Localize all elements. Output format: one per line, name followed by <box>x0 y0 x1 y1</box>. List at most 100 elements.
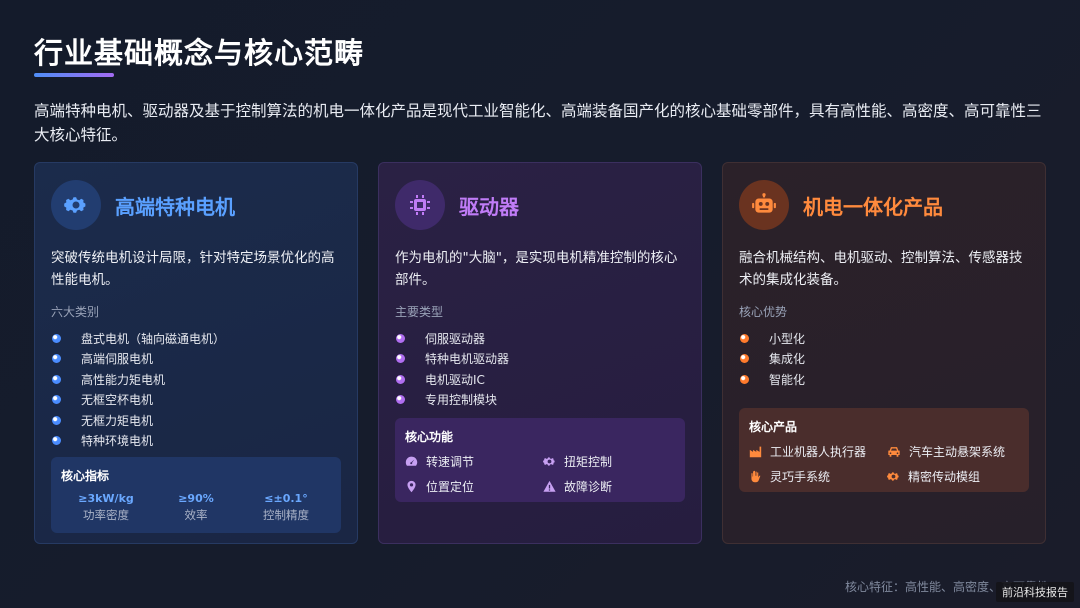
metric-value: ≥90% <box>178 492 214 505</box>
bullet-icon <box>396 354 405 364</box>
cog-icon <box>543 457 555 466</box>
card-title: 驱动器 <box>459 194 519 219</box>
list-item: 无框力矩电机 <box>51 410 341 431</box>
bullet-icon <box>740 333 749 343</box>
list-item: 电机驱动IC <box>395 369 685 390</box>
list-item-label: 特种电机驱动器 <box>425 352 510 367</box>
list-item-label: 高性能力矩电机 <box>81 372 166 387</box>
list-item: 智能化 <box>739 369 1029 390</box>
bullet-icon <box>52 333 61 343</box>
feature-label: 精密传动模组 <box>908 469 981 484</box>
list-item-label: 伺服驱动器 <box>425 331 486 346</box>
bullet-icon <box>52 415 61 425</box>
robot-icon <box>739 180 789 230</box>
feature-diagnosis: 故障诊断 <box>543 478 683 495</box>
card-title: 高端特种电机 <box>115 194 235 219</box>
bullet-icon <box>396 374 405 384</box>
feature-torque: 扭矩控制 <box>543 453 683 470</box>
feature-label: 故障诊断 <box>564 480 613 494</box>
factory-icon <box>749 446 762 457</box>
metric-label: 功率密度 <box>83 508 129 522</box>
feature-label: 扭矩控制 <box>564 455 613 469</box>
bullet-icon <box>740 374 749 384</box>
section-label: 六大类别 <box>51 305 100 319</box>
card-title: 机电一体化产品 <box>803 194 943 219</box>
list-item: 专用控制模块 <box>395 390 685 411</box>
list-item: 高性能力矩电机 <box>51 369 341 390</box>
feature-position: 位置定位 <box>405 478 543 495</box>
list-item: 特种电机驱动器 <box>395 349 685 370</box>
car-icon <box>888 446 900 457</box>
card-header: 高端特种电机 <box>51 179 341 231</box>
product-robot-actuator: 工业机器人执行器 <box>749 443 887 460</box>
watermark: 前沿科技报告 <box>996 582 1074 602</box>
bullet-icon <box>396 395 405 405</box>
metric-efficiency: ≥90% 效率 <box>151 492 241 523</box>
list-item-label: 集成化 <box>769 352 806 367</box>
card-driver: 驱动器 作为电机的"大脑"，是实现电机精准控制的核心部件。 主要类型 伺服驱动器… <box>378 162 702 544</box>
feature-label: 位置定位 <box>426 480 475 494</box>
list-item: 高端伺服电机 <box>51 349 341 370</box>
intro-text: 高端特种电机、驱动器及基于控制算法的机电一体化产品是现代工业智能化、高端装备国产… <box>34 102 1042 144</box>
feature-speed: 转速调节 <box>405 453 543 470</box>
bullet-icon <box>52 354 61 364</box>
gear-icon <box>51 180 101 230</box>
list-item-label: 无框力矩电机 <box>81 413 154 428</box>
product-dexterous-hand: 灵巧手系统 <box>749 468 887 485</box>
list-item: 特种环境电机 <box>51 431 341 452</box>
card-header: 驱动器 <box>395 179 685 231</box>
type-list: 伺服驱动器 特种电机驱动器 电机驱动IC 专用控制模块 <box>395 328 685 410</box>
panel-title: 核心功能 <box>405 430 454 444</box>
bullet-icon <box>396 333 405 343</box>
card-motor: 高端特种电机 突破传统电机设计局限，针对特定场景优化的高性能电机。 六大类别 盘… <box>34 162 358 544</box>
hand-icon <box>751 470 761 482</box>
bullet-icon <box>52 436 61 446</box>
list-item: 无框空杯电机 <box>51 390 341 411</box>
warning-icon <box>543 480 556 492</box>
list-item-label: 小型化 <box>769 331 806 346</box>
title-underline <box>34 73 114 77</box>
metric-value: ≤±0.1° <box>264 492 308 505</box>
list-item: 小型化 <box>739 328 1029 349</box>
feature-label: 灵巧手系统 <box>770 469 831 484</box>
bullet-icon <box>52 374 61 384</box>
list-item: 集成化 <box>739 349 1029 370</box>
metric-label: 控制精度 <box>263 508 309 522</box>
card-description: 融合机械结构、电机驱动、控制算法、传感器技术的集成化装备。 <box>739 250 1023 288</box>
product-suspension: 汽车主动悬架系统 <box>887 443 1027 460</box>
list-item-label: 电机驱动IC <box>425 372 485 387</box>
metrics-panel: 核心指标 ≥3kW/kg 功率密度 ≥90% 效率 ≤±0.1° 控制精度 <box>51 457 341 533</box>
page-title: 行业基础概念与核心范畴 <box>34 36 365 70</box>
category-list: 盘式电机（轴向磁通电机） 高端伺服电机 高性能力矩电机 无框空杯电机 无框力矩电… <box>51 328 341 451</box>
metric-precision: ≤±0.1° 控制精度 <box>241 492 331 523</box>
location-pin-icon <box>407 480 416 493</box>
list-item-label: 盘式电机（轴向磁通电机） <box>81 331 226 346</box>
list-item: 盘式电机（轴向磁通电机） <box>51 328 341 349</box>
metric-power-density: ≥3kW/kg 功率密度 <box>61 492 151 523</box>
advantage-list: 小型化 集成化 智能化 <box>739 328 1029 390</box>
cog-icon <box>887 471 899 481</box>
card-description: 突破传统电机设计局限，针对特定场景优化的高性能电机。 <box>51 250 335 288</box>
panel-title: 核心产品 <box>749 419 798 434</box>
metric-label: 效率 <box>184 508 208 522</box>
functions-panel: 核心功能 转速调节 扭矩控制 位置定位 故障诊断 <box>395 418 685 502</box>
products-panel: 核心产品 工业机器人执行器 汽车主动悬架系统 灵巧手系统 精密传动模组 <box>739 407 1029 492</box>
chip-icon <box>395 180 445 230</box>
product-transmission: 精密传动模组 <box>887 468 1027 485</box>
list-item-label: 无框空杯电机 <box>81 393 154 408</box>
bullet-icon <box>52 395 61 405</box>
list-item-label: 智能化 <box>769 372 806 387</box>
bullet-icon <box>740 354 749 364</box>
feature-label: 工业机器人执行器 <box>770 444 867 459</box>
metric-value: ≥3kW/kg <box>78 492 134 505</box>
section-label: 主要类型 <box>395 305 444 319</box>
speedometer-icon <box>405 456 418 466</box>
product-grid: 工业机器人执行器 汽车主动悬架系统 灵巧手系统 精密传动模组 <box>749 443 1019 485</box>
feature-label: 汽车主动悬架系统 <box>909 444 1006 459</box>
section-label: 核心优势 <box>739 305 788 319</box>
feature-label: 转速调节 <box>426 455 475 469</box>
metrics-row: ≥3kW/kg 功率密度 ≥90% 效率 ≤±0.1° 控制精度 <box>61 492 331 523</box>
card-header: 机电一体化产品 <box>739 179 1029 231</box>
list-item: 伺服驱动器 <box>395 328 685 349</box>
panel-title: 核心指标 <box>61 469 110 483</box>
